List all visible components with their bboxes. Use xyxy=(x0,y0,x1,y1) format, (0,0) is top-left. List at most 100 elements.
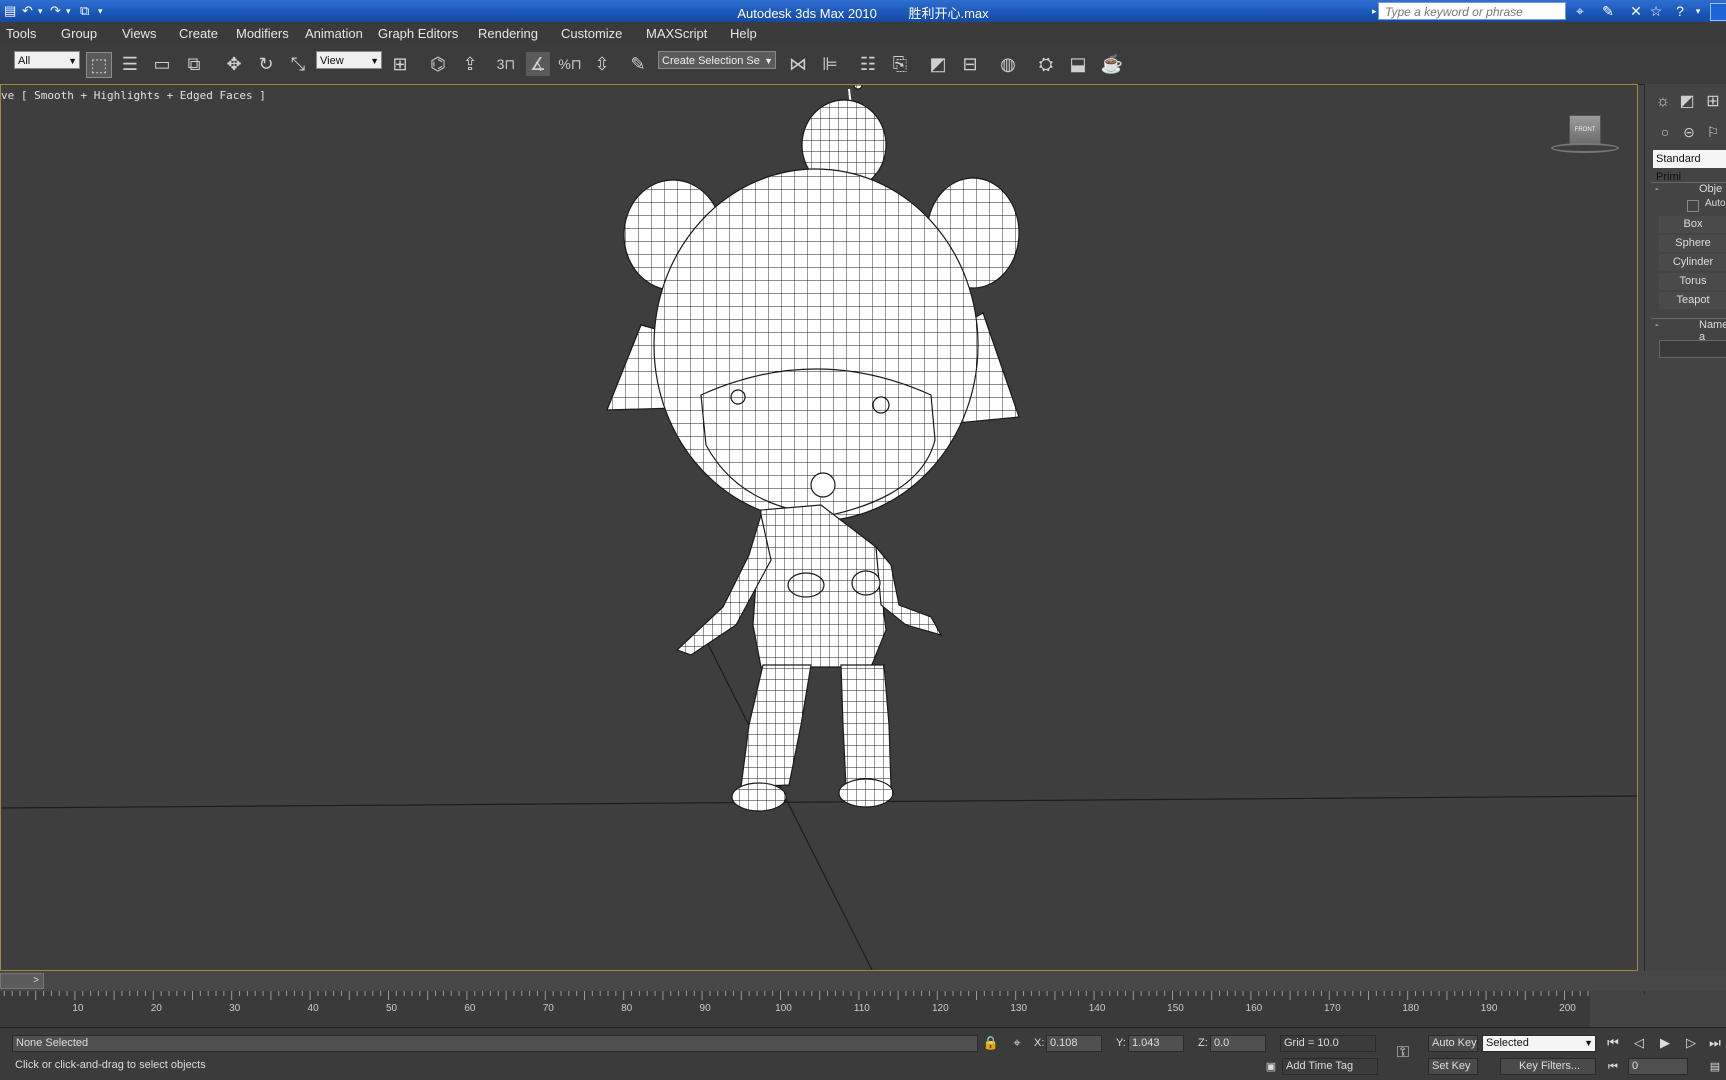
character-mesh[interactable] xyxy=(606,85,1020,812)
favorites-star-icon[interactable]: ☆ xyxy=(1648,3,1664,19)
pivot-center-icon[interactable]: ⊞ xyxy=(388,52,412,76)
render-production-icon[interactable]: ☕ xyxy=(1100,52,1124,76)
edit-named-selection-icon[interactable]: ✎ xyxy=(626,52,650,76)
go-to-end-icon[interactable]: ⏭ xyxy=(1706,1034,1724,1052)
redo-dropdown-icon[interactable]: ▾ xyxy=(66,2,71,20)
lights-icon[interactable]: ⚐ xyxy=(1701,120,1725,144)
menu-tools[interactable]: Tools xyxy=(6,26,36,41)
material-editor-icon[interactable]: ◍ xyxy=(996,52,1020,76)
torus-button[interactable]: Torus xyxy=(1659,273,1726,290)
teapot-button[interactable]: Teapot xyxy=(1659,292,1726,309)
select-and-rotate-icon[interactable]: ↻ xyxy=(254,52,278,76)
keyboard-shortcut-override-icon[interactable]: ⇪ xyxy=(458,52,482,76)
select-and-manipulate-icon[interactable]: ⌬ xyxy=(426,52,450,76)
binoculars-icon[interactable]: ⌖ xyxy=(1572,3,1588,19)
layer-manager-icon[interactable]: ☷ xyxy=(856,52,880,76)
menu-help[interactable]: Help xyxy=(730,26,757,41)
menu-graph-editors[interactable]: Graph Editors xyxy=(378,26,458,41)
align-icon[interactable]: ⊫ xyxy=(818,52,842,76)
create-tab-icon[interactable]: ☼ xyxy=(1651,90,1675,114)
viewcube-compass-ring[interactable] xyxy=(1551,143,1619,153)
select-and-scale-icon[interactable]: ⤡ xyxy=(286,52,310,76)
menu-create[interactable]: Create xyxy=(179,26,218,41)
search-input[interactable]: Type a keyword or phrase xyxy=(1378,2,1566,20)
menu-maxscript[interactable]: MAXScript xyxy=(646,26,707,41)
key-mode-dropdown[interactable]: Selected ▼ xyxy=(1482,1035,1596,1052)
reference-coordinate-dropdown[interactable]: View ▼ xyxy=(316,51,382,69)
angle-snap-icon[interactable]: ∡ xyxy=(526,52,550,76)
previous-frame-icon[interactable]: ◁ xyxy=(1630,1034,1648,1052)
perspective-viewport[interactable]: ve [ Smooth + Highlights + Edged Faces ] xyxy=(0,84,1638,971)
quick-access-dropdown-icon[interactable]: ▾ xyxy=(98,2,103,20)
search-expand-icon[interactable]: ▸ xyxy=(1372,2,1377,20)
time-configuration-icon[interactable]: ▤ xyxy=(1706,1058,1724,1076)
set-key-button[interactable]: Set Key xyxy=(1428,1058,1478,1075)
track-bar[interactable]: 10 20 30 40 50 60 70 80 90 100 110 120 130 140 150 160 1… xyxy=(0,991,1590,1027)
key-mode-toggle-icon[interactable]: ⏮ xyxy=(1604,1058,1622,1076)
menu-group[interactable]: Group xyxy=(61,26,97,41)
modify-tab-icon[interactable]: ◩ xyxy=(1675,90,1699,114)
y-coordinate-input[interactable]: 1.043 xyxy=(1128,1035,1184,1052)
next-frame-icon[interactable]: ▷ xyxy=(1682,1034,1700,1052)
sphere-button[interactable]: Sphere xyxy=(1659,235,1726,252)
geometry-icon[interactable]: ○ xyxy=(1653,120,1677,144)
menu-rendering[interactable]: Rendering xyxy=(478,26,538,41)
rendered-frame-window-icon[interactable]: ⬓ xyxy=(1066,52,1090,76)
minimize-icon[interactable] xyxy=(1710,3,1726,21)
autogrid-checkbox[interactable] xyxy=(1687,200,1699,212)
cylinder-button[interactable]: Cylinder xyxy=(1659,254,1726,271)
object-name-input[interactable] xyxy=(1659,340,1726,358)
mirror-icon[interactable]: ⋈ xyxy=(786,52,810,76)
name-color-rollout-header[interactable]: - Name a xyxy=(1651,318,1726,343)
key-icon[interactable]: ⚿ xyxy=(1394,1044,1412,1062)
menu-views[interactable]: Views xyxy=(122,26,156,41)
category-dropdown[interactable]: Standard Primi xyxy=(1653,150,1726,183)
percent-snap-icon[interactable]: %⊓ xyxy=(558,52,582,76)
undo-dropdown-icon[interactable]: ▾ xyxy=(38,2,43,20)
subscription-icon[interactable]: ✎ xyxy=(1600,3,1616,19)
render-setup-icon[interactable]: ⛭ xyxy=(1034,52,1058,76)
box-button[interactable]: Box xyxy=(1659,216,1726,233)
select-by-name-icon[interactable]: ☰ xyxy=(118,52,142,76)
x-coordinate-input[interactable]: 0.108 xyxy=(1046,1035,1102,1052)
shapes-icon[interactable]: ⊝ xyxy=(1677,120,1701,144)
window-crossing-icon[interactable]: ⧉ xyxy=(182,52,206,76)
object-type-rollout-header[interactable]: - Obje xyxy=(1651,182,1726,195)
snaps-toggle-icon[interactable]: 3⊓ xyxy=(494,52,518,76)
scene-canvas[interactable] xyxy=(1,85,1638,971)
app-menu-icon[interactable]: ▤ xyxy=(4,2,16,20)
project-folder-icon[interactable]: ⧉ xyxy=(80,2,89,20)
play-icon[interactable]: ▶ xyxy=(1656,1034,1674,1052)
auto-key-button[interactable]: Auto Key xyxy=(1428,1035,1478,1052)
redo-icon[interactable]: ↷ xyxy=(50,2,61,20)
select-object-icon[interactable]: ⬚ xyxy=(86,52,112,78)
menu-customize[interactable]: Customize xyxy=(561,26,622,41)
key-filters-button[interactable]: Key Filters... xyxy=(1500,1058,1596,1075)
viewcube-face[interactable]: FRONT xyxy=(1569,115,1601,145)
time-tag-icon[interactable]: ▣ xyxy=(1262,1058,1280,1076)
rectangular-selection-region-icon[interactable]: ▭ xyxy=(150,52,174,76)
help-icon[interactable]: ? xyxy=(1672,3,1688,19)
curve-editor-icon[interactable]: ◩ xyxy=(926,52,950,76)
z-coordinate-input[interactable]: 0.0 xyxy=(1210,1035,1266,1052)
hierarchy-tab-icon[interactable]: ⊞ xyxy=(1701,90,1725,114)
time-slider-bar[interactable]: > xyxy=(0,971,1726,991)
time-slider-handle[interactable]: > xyxy=(0,973,44,989)
menu-animation[interactable]: Animation xyxy=(305,26,363,41)
spinner-snap-icon[interactable]: ⇳ xyxy=(590,52,614,76)
selection-lock-icon[interactable]: 🔒 xyxy=(982,1034,1000,1052)
named-selection-set-dropdown[interactable]: Create Selection Se ▼ xyxy=(658,51,776,69)
help-dropdown-icon[interactable]: ▾ xyxy=(1690,3,1706,19)
selection-filter-dropdown[interactable]: All ▼ xyxy=(14,51,80,69)
current-frame-input[interactable]: 0 xyxy=(1628,1058,1688,1075)
select-and-move-icon[interactable]: ✥ xyxy=(222,52,246,76)
graphite-modeling-tools-icon[interactable]: ⎘ xyxy=(888,52,912,76)
add-time-tag-button[interactable]: Add Time Tag xyxy=(1282,1058,1378,1075)
menu-modifiers[interactable]: Modifiers xyxy=(236,26,289,41)
schematic-view-icon[interactable]: ⊟ xyxy=(958,52,982,76)
undo-icon[interactable]: ↶ xyxy=(22,2,33,20)
communication-icon[interactable]: ✕ xyxy=(1628,3,1644,19)
absolute-mode-transform-icon[interactable]: ⌖ xyxy=(1008,1034,1026,1052)
go-to-start-icon[interactable]: ⏮ xyxy=(1604,1034,1622,1052)
viewcube[interactable]: FRONT xyxy=(1549,115,1621,155)
